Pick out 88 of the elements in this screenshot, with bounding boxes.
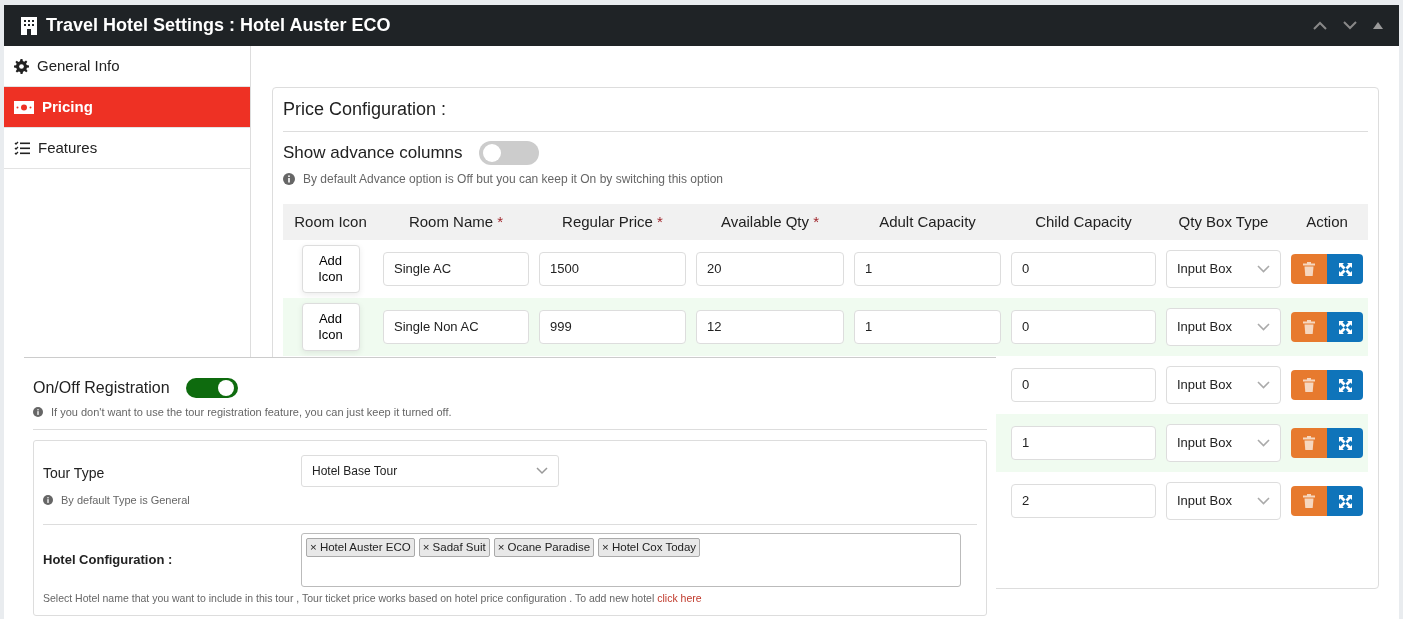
chevron-down-icon xyxy=(1257,497,1270,505)
tour-type-dropdown[interactable]: Hotel Base Tour xyxy=(301,454,559,487)
expand-icon xyxy=(1338,320,1352,334)
input-field[interactable]: 1 xyxy=(1011,426,1156,460)
expand-button[interactable] xyxy=(1327,370,1363,401)
qty-box-type-dropdown[interactable]: Input Box xyxy=(1166,366,1281,404)
trash-icon xyxy=(1303,319,1315,334)
expand-button[interactable] xyxy=(1327,486,1363,517)
input-field[interactable]: Single AC xyxy=(383,252,529,286)
info-icon xyxy=(43,494,53,505)
qty-box-type-dropdown[interactable]: Input Box xyxy=(1166,482,1281,520)
sidebar-item[interactable]: Pricing xyxy=(4,87,250,128)
delete-button[interactable] xyxy=(1291,485,1327,516)
column-header: Adult Capacity xyxy=(879,212,976,230)
sidebar-item[interactable]: Features xyxy=(4,128,250,169)
toggle-label: Show advance columns xyxy=(283,142,463,164)
expand-button[interactable] xyxy=(1327,428,1363,459)
chevron-down-icon xyxy=(1257,265,1270,273)
required-mark: * xyxy=(497,212,504,230)
triangle-up-icon[interactable] xyxy=(1373,22,1383,29)
input-field[interactable]: 1500 xyxy=(539,252,686,286)
hint-text: By default Advance option is Off but you can keep it On by switching this option xyxy=(303,170,724,188)
input-field[interactable]: 2 xyxy=(1011,484,1156,518)
add-icon-button[interactable]: Add Icon xyxy=(301,245,360,293)
qty-box-type-dropdown[interactable]: Input Box xyxy=(1166,250,1281,288)
input-field[interactable]: 999 xyxy=(539,310,686,344)
column-header: Action xyxy=(1306,212,1348,230)
input-field[interactable]: 1 xyxy=(854,310,1001,344)
delete-button[interactable] xyxy=(1291,311,1327,342)
expand-icon xyxy=(1338,262,1352,276)
selected-tag[interactable]: × Sadaf Suit xyxy=(418,538,490,558)
selected-tag[interactable]: × Hotel Cox Today xyxy=(598,538,701,558)
required-mark: * xyxy=(657,212,663,230)
hotel-icon xyxy=(20,16,38,35)
column-header: Available Qty xyxy=(720,212,810,230)
delete-button[interactable] xyxy=(1291,253,1327,284)
delete-button[interactable] xyxy=(1291,369,1327,400)
hint-text: If you don't want to use the tour registration feature, you can just keep it turned off. xyxy=(51,405,452,420)
column-header: Regular Price xyxy=(562,212,653,230)
toggle-switch[interactable] xyxy=(185,378,238,398)
gear-icon xyxy=(14,58,29,74)
required-mark: * xyxy=(813,212,820,230)
chevron-down-icon xyxy=(1257,381,1270,389)
section-title: Price Configuration : xyxy=(283,96,1368,132)
input-field[interactable]: 12 xyxy=(696,310,844,344)
chevron-up-icon[interactable] xyxy=(1313,21,1327,30)
info-icon xyxy=(283,172,295,185)
expand-icon xyxy=(1338,494,1352,508)
add-icon-button[interactable]: Add Icon xyxy=(301,303,360,351)
toggle-switch[interactable] xyxy=(478,140,539,165)
expand-icon xyxy=(1338,436,1352,450)
column-header: Qty Box Type xyxy=(1178,212,1269,230)
field-label: Tour Type xyxy=(43,463,106,483)
info-icon xyxy=(33,407,43,418)
input-field[interactable]: Single Non AC xyxy=(383,310,529,344)
expand-button[interactable] xyxy=(1327,254,1363,285)
toggle-label: On/Off Registration xyxy=(33,378,170,398)
hotel-select-field[interactable]: × Hotel Auster ECO × Sadaf Suit × Ocane Paradise × Hotel Cox Today xyxy=(301,533,961,587)
trash-icon xyxy=(1303,377,1315,392)
trash-icon xyxy=(1303,493,1315,508)
window-title: Travel Hotel Settings : Hotel Auster ECO xyxy=(46,14,391,37)
chevron-down-icon[interactable] xyxy=(1343,21,1357,30)
column-header: Child Capacity xyxy=(1035,212,1132,230)
banknote-icon xyxy=(14,100,34,114)
checklist-icon xyxy=(14,141,30,155)
input-field[interactable]: 0 xyxy=(1011,368,1156,402)
expand-icon xyxy=(1338,378,1352,392)
input-field[interactable]: 0 xyxy=(1011,252,1156,286)
chevron-down-icon xyxy=(1257,323,1270,331)
trash-icon xyxy=(1303,435,1315,450)
input-field[interactable]: 20 xyxy=(696,252,844,286)
column-header: Room Name xyxy=(408,212,494,230)
add-hotel-link[interactable]: click here xyxy=(657,592,702,604)
qty-box-type-dropdown[interactable]: Input Box xyxy=(1166,308,1281,346)
trash-icon xyxy=(1303,261,1315,276)
selected-tag[interactable]: × Ocane Paradise xyxy=(493,538,595,558)
chevron-down-icon xyxy=(536,466,548,475)
field-label: Hotel Configuration : xyxy=(43,551,174,570)
column-header: Room Icon xyxy=(294,212,367,230)
expand-button[interactable] xyxy=(1327,312,1363,343)
hint-text: Select Hotel name that you want to include in this tour , Tour ticket price works based on hotel price configuration . To add new hotel click here xyxy=(43,591,703,606)
selected-tag[interactable]: × Hotel Auster ECO xyxy=(306,538,415,558)
delete-button[interactable] xyxy=(1291,427,1327,458)
input-field[interactable]: 0 xyxy=(1011,310,1156,344)
input-field[interactable]: 1 xyxy=(854,252,1001,286)
hint-text: By default Type is General xyxy=(61,492,190,508)
qty-box-type-dropdown[interactable]: Input Box xyxy=(1166,424,1281,462)
chevron-down-icon xyxy=(1257,439,1270,447)
